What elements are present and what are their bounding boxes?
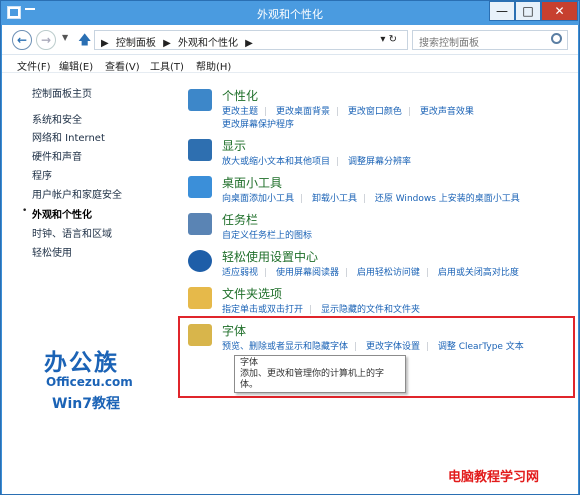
tooltip-title: 字体	[240, 358, 259, 368]
content-area: 控制面板主页 系统和安全 网络和 Internet 硬件和声音 程序 用户帐户和…	[2, 73, 578, 494]
breadcrumb-arrow-icon[interactable]: ▶	[163, 38, 171, 49]
link-change-sounds[interactable]: 更改声音效果	[420, 107, 474, 117]
menu-tools[interactable]: 工具(T)	[150, 58, 184, 73]
search-placeholder: 搜索控制面板	[419, 38, 479, 49]
breadcrumb-arrow-icon[interactable]: ▶	[245, 38, 253, 49]
link-show-hidden-files[interactable]: 显示隐藏的文件和文件夹	[321, 305, 420, 315]
sidebar-item-ease-of-access[interactable]: 轻松使用	[32, 244, 72, 259]
explorer-window: 外观和个性化 — □ ✕ ← → ▼ 🡅 ▶ 控制面板 ▶ 外观和个性化 ▶ ▾…	[0, 0, 580, 495]
search-input[interactable]: 搜索控制面板	[412, 30, 568, 50]
current-item-bullet-icon: •	[22, 206, 28, 216]
link-single-double-click[interactable]: 指定单击或双击打开	[222, 305, 303, 315]
category-links: 适应弱视 | 使用屏幕阅读器 | 启用轻松访问键 | 启用或关闭高对比度	[222, 268, 519, 278]
category-links: 自定义任务栏上的图标	[222, 228, 312, 241]
forward-button[interactable]: →	[36, 30, 56, 50]
sidebar-item-appearance[interactable]: 外观和个性化	[32, 206, 92, 221]
fonts-icon	[188, 324, 212, 346]
link-change-screensaver[interactable]: 更改屏幕保护程序	[222, 120, 294, 130]
category-links: 向桌面添加小工具 | 卸载小工具 | 还原 Windows 上安装的桌面小工具	[222, 194, 520, 204]
title-bar: 外观和个性化 — □ ✕	[1, 1, 579, 25]
display-monitor-icon	[188, 139, 212, 161]
sidebar-item-system-security[interactable]: 系统和安全	[32, 111, 82, 126]
breadcrumb-control-panel[interactable]: 控制面板	[116, 38, 156, 49]
maximize-button[interactable]: □	[515, 1, 541, 21]
menu-help[interactable]: 帮助(H)	[196, 58, 231, 73]
sidebar-item-hardware-sound[interactable]: 硬件和声音	[32, 148, 82, 163]
menu-view[interactable]: 查看(V)	[105, 58, 140, 73]
category-title[interactable]: 个性化	[222, 87, 258, 104]
link-restore-gadgets[interactable]: 还原 Windows 上安装的桌面小工具	[375, 194, 520, 204]
menu-edit[interactable]: 编辑(E)	[59, 58, 93, 73]
link-high-contrast[interactable]: 启用或关闭高对比度	[438, 268, 519, 278]
breadcrumb-appearance[interactable]: 外观和个性化	[178, 38, 238, 49]
category-title[interactable]: 轻松使用设置中心	[222, 248, 318, 265]
personalization-icon	[188, 89, 212, 111]
link-resolution[interactable]: 调整屏幕分辨率	[348, 157, 411, 167]
watermark: 电脑教程学习网	[448, 470, 540, 485]
tooltip-body: 添加、更改和管理你的计算机上的字体。	[240, 369, 385, 390]
link-screen-reader[interactable]: 使用屏幕阅读器	[276, 268, 339, 278]
sidebar-item-clock-region[interactable]: 时钟、语言和区域	[32, 225, 112, 240]
up-arrow-icon[interactable]: 🡅	[78, 31, 91, 53]
link-cleartype[interactable]: 调整 ClearType 文本	[438, 342, 524, 352]
link-uninstall-gadget[interactable]: 卸载小工具	[312, 194, 357, 204]
menu-file[interactable]: 文件(F)	[17, 58, 51, 73]
link-font-settings[interactable]: 更改字体设置	[366, 342, 420, 352]
link-change-window-color[interactable]: 更改窗口颜色	[348, 107, 402, 117]
breadcrumb[interactable]: ▶ 控制面板 ▶ 外观和个性化 ▶ ▾ ↻	[94, 30, 408, 50]
category-links-row2: 更改屏幕保护程序	[222, 117, 294, 130]
close-button[interactable]: ✕	[541, 1, 578, 21]
gadgets-icon	[188, 176, 212, 198]
minimize-button[interactable]: —	[489, 1, 515, 21]
folder-icon	[188, 287, 212, 309]
back-button[interactable]: ←	[12, 30, 32, 50]
logo-url: Officezu.com	[46, 375, 133, 389]
category-title[interactable]: 文件夹选项	[222, 285, 282, 302]
search-icon[interactable]	[551, 33, 562, 44]
link-preview-delete-fonts[interactable]: 预览、删除或者显示和隐藏字体	[222, 342, 348, 352]
category-title[interactable]: 任务栏	[222, 211, 258, 228]
category-title[interactable]: 显示	[222, 137, 246, 154]
category-links: 预览、删除或者显示和隐藏字体 | 更改字体设置 | 调整 ClearType 文本	[222, 342, 524, 352]
breadcrumb-arrow-icon[interactable]: ▶	[101, 38, 109, 49]
link-change-theme[interactable]: 更改主题	[222, 107, 258, 117]
category-links: 指定单击或双击打开 | 显示隐藏的文件和文件夹	[222, 305, 420, 315]
sidebar-item-user-accounts[interactable]: 用户帐户和家庭安全	[32, 186, 122, 201]
link-add-gadgets[interactable]: 向桌面添加小工具	[222, 194, 294, 204]
category-title[interactable]: 字体	[222, 322, 246, 339]
taskbar-icon	[188, 213, 212, 235]
address-toolbar: ← → ▼ 🡅 ▶ 控制面板 ▶ 外观和个性化 ▶ ▾ ↻ 搜索控制面板	[2, 25, 578, 55]
link-change-background[interactable]: 更改桌面背景	[276, 107, 330, 117]
category-links: 放大或缩小文本和其他项目 | 调整屏幕分辨率	[222, 157, 411, 167]
logo-tagline: Win7教程	[52, 396, 120, 412]
sidebar: 控制面板主页 系统和安全 网络和 Internet 硬件和声音 程序 用户帐户和…	[2, 73, 177, 494]
refresh-icon[interactable]: ▾ ↻	[380, 34, 397, 45]
category-title[interactable]: 桌面小工具	[222, 174, 282, 191]
sidebar-item-programs[interactable]: 程序	[32, 167, 52, 182]
logo-text: 办公族	[44, 350, 119, 376]
sidebar-item-network[interactable]: 网络和 Internet	[32, 129, 105, 144]
sidebar-item-home[interactable]: 控制面板主页	[32, 85, 92, 100]
ease-of-access-icon	[188, 250, 212, 272]
recent-pages-dropdown-icon[interactable]: ▼	[62, 33, 68, 42]
category-links: 更改主题 | 更改桌面背景 | 更改窗口颜色 | 更改声音效果	[222, 107, 474, 117]
link-customize-taskbar-icons[interactable]: 自定义任务栏上的图标	[222, 231, 312, 241]
link-ease-keys[interactable]: 启用轻松访问键	[357, 268, 420, 278]
link-scale-text[interactable]: 放大或缩小文本和其他项目	[222, 157, 330, 167]
menu-bar: 文件(F) 编辑(E) 查看(V) 工具(T) 帮助(H)	[2, 55, 578, 73]
link-low-vision[interactable]: 适应弱视	[222, 268, 258, 278]
fonts-tooltip: 字体 添加、更改和管理你的计算机上的字体。	[234, 355, 406, 393]
